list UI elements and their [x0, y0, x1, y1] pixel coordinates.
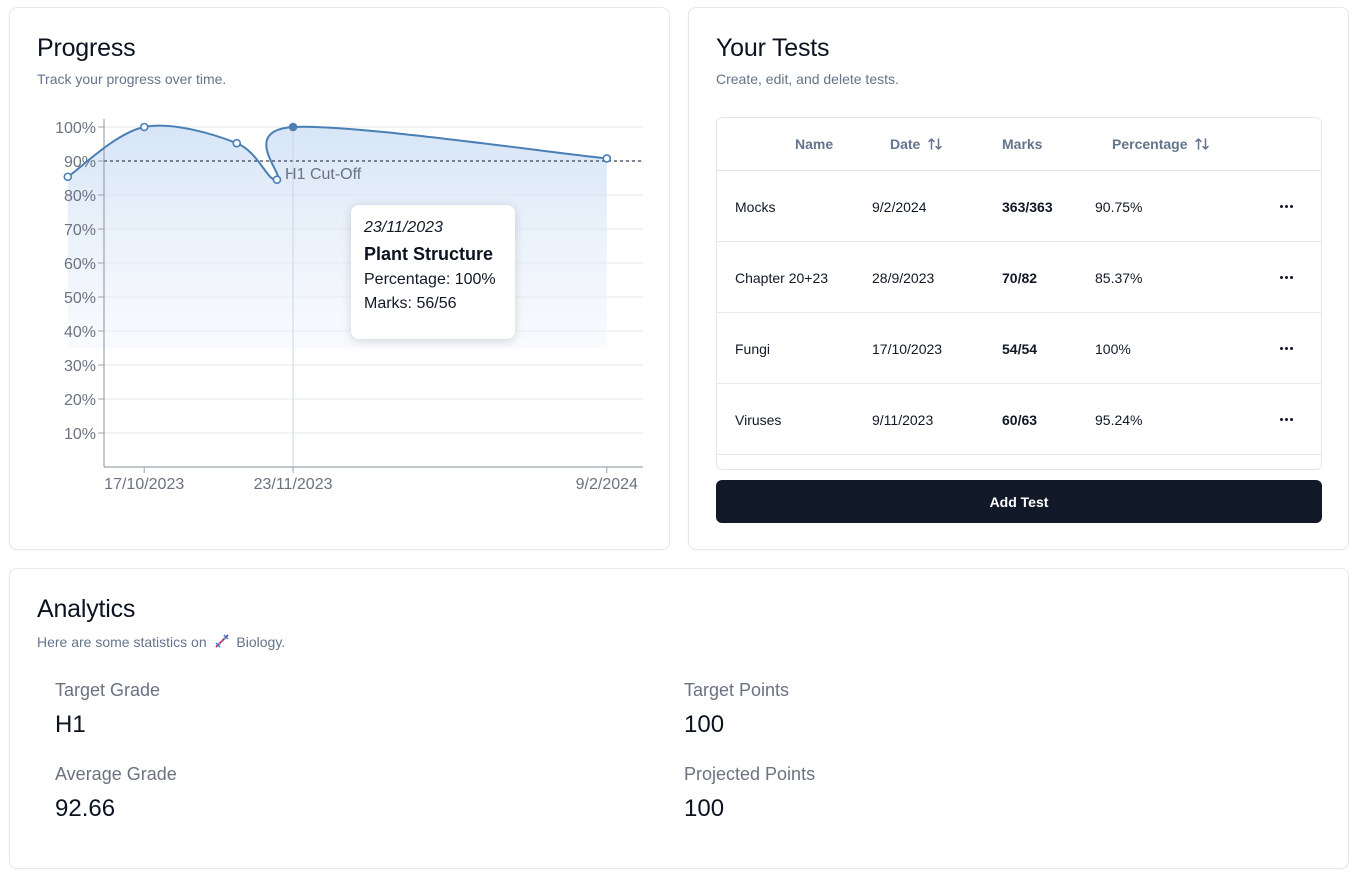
- cell-percentage: 100%: [1095, 341, 1131, 357]
- data-point: [602, 154, 612, 163]
- cell-name: Viruses: [735, 412, 782, 428]
- analytics-card: Analytics Here are some statistics on Bi…: [9, 568, 1349, 869]
- cell-marks: 54/54: [1002, 341, 1038, 357]
- target-grade-label: Target Grade: [55, 680, 161, 700]
- tooltip-marks: Marks: 56/56: [364, 295, 457, 312]
- x-tick-label: 9/2/2024: [576, 476, 638, 493]
- target-points-label: Target Points: [684, 680, 790, 700]
- tests-description: Create, edit, and delete tests.: [716, 71, 899, 87]
- data-point: [139, 122, 149, 132]
- y-tick-label: 40%: [64, 324, 96, 341]
- analytics-subject: Biology.: [236, 634, 286, 650]
- data-point: [63, 172, 73, 182]
- cell-marks: 363/363: [1002, 199, 1053, 215]
- cell-date: 9/11/2023: [872, 412, 934, 428]
- sort-icon[interactable]: [1194, 136, 1210, 152]
- target-points-value: 100: [684, 711, 725, 738]
- column-header-date-label: Date: [890, 136, 921, 152]
- chart-tooltip: 23/11/2023 Plant Structure Percentage: 1…: [351, 205, 515, 339]
- cell-marks: 60/63: [1002, 412, 1038, 428]
- y-tick-label: 80%: [64, 188, 96, 205]
- row-actions-icon[interactable]: [1272, 335, 1300, 361]
- cell-name: Mocks: [735, 199, 776, 215]
- tests-card: Your Tests Create, edit, and delete test…: [688, 7, 1349, 550]
- target-grade-value: H1: [55, 711, 86, 738]
- add-test-button[interactable]: Add Test: [716, 480, 1322, 523]
- y-tick-label: 70%: [64, 222, 96, 239]
- column-header-percentage[interactable]: Percentage: [1112, 136, 1210, 152]
- column-header-marks: Marks: [1002, 136, 1042, 152]
- x-tick-label: 17/10/2023: [104, 476, 184, 493]
- analytics-description-prefix: Here are some statistics on: [37, 634, 207, 650]
- analytics-title: Analytics: [37, 595, 136, 623]
- x-tick-label: 23/11/2023: [254, 476, 333, 493]
- chart-area-layer: [67, 125, 607, 349]
- cell-percentage: 95.24%: [1095, 412, 1143, 428]
- column-header-name: Name: [795, 136, 833, 152]
- tooltip-test-name: Plant Structure: [364, 244, 494, 264]
- y-tick-label: 30%: [64, 358, 96, 375]
- tests-table: Name Date Marks Percentage Mocks 9/2/202…: [716, 117, 1322, 470]
- y-tick-label: 100%: [55, 120, 96, 137]
- cell-name: Fungi: [735, 341, 771, 357]
- average-grade-label: Average Grade: [55, 764, 177, 784]
- cell-marks: 70/82: [1002, 270, 1038, 286]
- column-header-date[interactable]: Date: [890, 136, 943, 152]
- table-row[interactable]: Chapter 20+23 28/9/2023 70/82 85.37%: [717, 242, 1321, 313]
- column-header-marks-label: Marks: [1002, 136, 1043, 152]
- cell-percentage: 85.37%: [1095, 270, 1143, 286]
- progress-card: Progress Track your progress over time. …: [9, 7, 670, 550]
- dna-icon: [214, 634, 229, 648]
- cell-percentage: 90.75%: [1095, 199, 1143, 215]
- table-row[interactable]: Mocks 9/2/2024 363/363 90.75%: [717, 171, 1321, 242]
- data-point: [272, 175, 282, 184]
- sort-icon[interactable]: [927, 136, 943, 152]
- average-grade-value: 92.66: [55, 795, 116, 822]
- area-fill: [67, 125, 607, 349]
- tooltip-date: 23/11/2023: [364, 219, 443, 236]
- cell-date: 9/2/2024: [872, 199, 927, 215]
- tests-title: Your Tests: [716, 34, 830, 62]
- y-tick-label: 10%: [64, 426, 96, 443]
- y-tick-label: 20%: [64, 392, 96, 409]
- row-actions-icon[interactable]: [1272, 193, 1300, 219]
- tooltip-percentage: Percentage: 100%: [364, 271, 496, 288]
- row-actions-icon[interactable]: [1272, 406, 1300, 432]
- column-header-name-label: Name: [795, 136, 834, 152]
- column-header-percentage-label: Percentage: [1112, 136, 1188, 152]
- cell-date: 17/10/2023: [872, 341, 943, 357]
- analytics-description: Here are some statistics on Biology.: [37, 632, 285, 650]
- data-point: [288, 122, 298, 132]
- table-row[interactable]: Fungi 17/10/2023 54/54 100%: [717, 313, 1321, 384]
- cutoff-label: H1 Cut-Off: [285, 166, 362, 183]
- projected-points-value: 100: [684, 795, 725, 822]
- cell-name: Chapter 20+23: [735, 270, 829, 286]
- progress-chart[interactable]: H1 Cut-Off 10%20%30%40%50%60%70%80%90%10…: [10, 8, 671, 551]
- y-tick-label: 50%: [64, 290, 96, 307]
- cell-date: 28/9/2023: [872, 270, 935, 286]
- data-point: [232, 138, 242, 148]
- table-row[interactable]: Viruses 9/11/2023 60/63 95.24%: [717, 384, 1321, 455]
- row-actions-icon[interactable]: [1272, 264, 1300, 290]
- y-tick-label: 60%: [64, 256, 96, 273]
- table-header: Name Date Marks Percentage: [717, 118, 1321, 171]
- projected-points-label: Projected Points: [684, 764, 816, 784]
